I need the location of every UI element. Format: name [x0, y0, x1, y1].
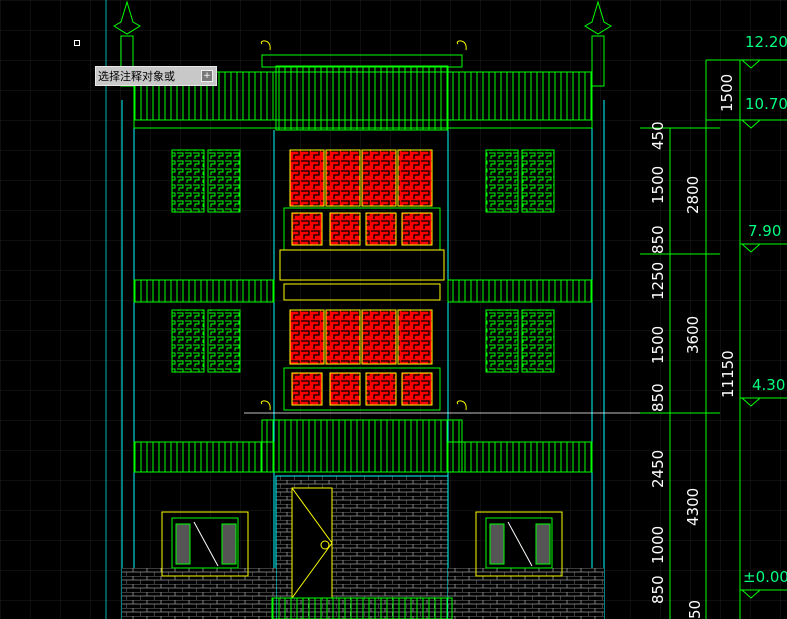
dim-label: 4300: [684, 488, 702, 526]
dim-label: 1500: [718, 74, 736, 112]
level-label: 12.20: [745, 33, 787, 51]
dim-label: 2450: [649, 450, 667, 488]
dim-label: 850: [649, 225, 667, 254]
dim-label: 1250: [649, 262, 667, 300]
level-label: 7.90: [748, 222, 781, 240]
dim-label: 1500: [649, 326, 667, 364]
level-label: ±0.00: [743, 568, 787, 586]
dim-label: 50: [686, 600, 704, 619]
dim-label: 3600: [684, 316, 702, 354]
cad-drawing-canvas[interactable]: 1500 450 1500 850 1250 1500 850 2450 100…: [0, 0, 787, 619]
level-label: 10.70: [745, 95, 787, 113]
dim-label: 450: [649, 121, 667, 150]
dim-label: 11150: [719, 350, 737, 398]
dim-label: 1500: [649, 166, 667, 204]
level-label: 4.30: [752, 376, 785, 394]
command-tooltip[interactable]: 选择注释对象或 +: [95, 66, 217, 86]
dim-label: 2800: [684, 176, 702, 214]
dims-outer: 11150: [719, 350, 737, 398]
dim-label: 1000: [649, 526, 667, 564]
dim-label: 850: [649, 383, 667, 412]
dim-label: 850: [649, 575, 667, 604]
dims-top: 1500: [718, 74, 736, 112]
tooltip-text: 选择注释对象或: [98, 70, 175, 83]
expand-icon[interactable]: +: [201, 70, 213, 82]
pickbox-cursor: [74, 40, 80, 46]
